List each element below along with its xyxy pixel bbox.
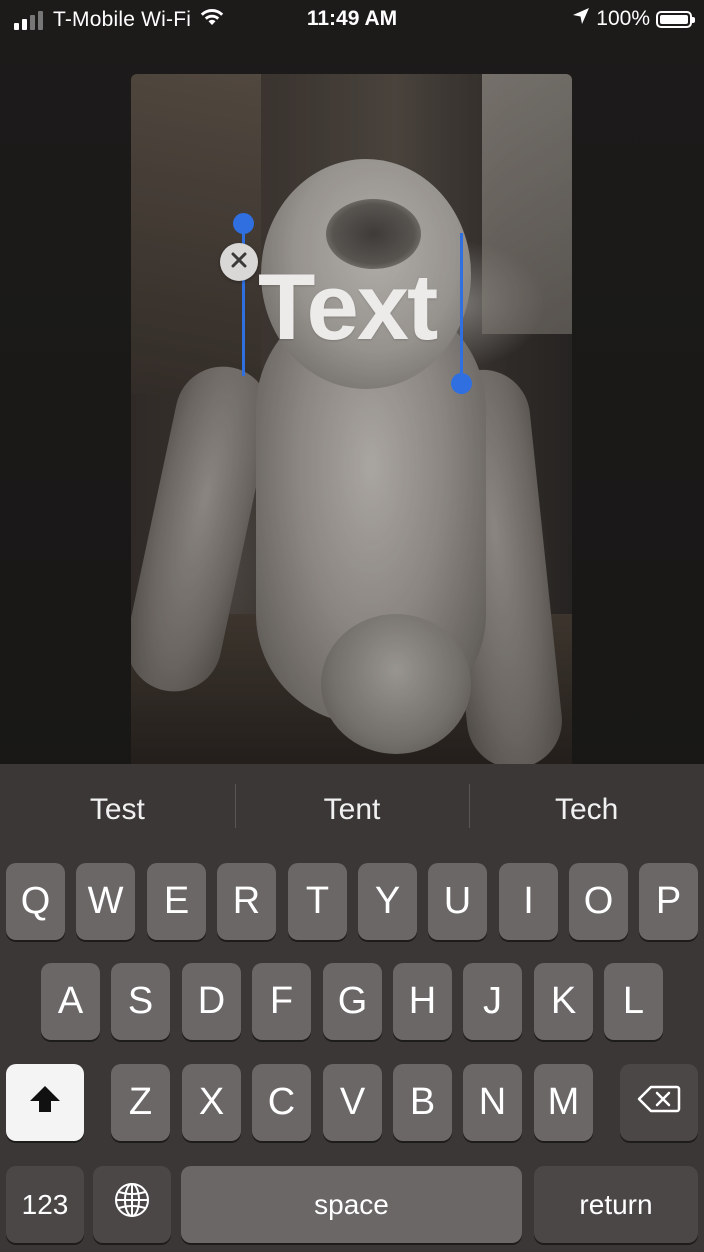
key-n[interactable]: N — [463, 1064, 522, 1141]
key-i[interactable]: I — [499, 863, 558, 940]
selection-end-line[interactable] — [460, 233, 463, 383]
key-a[interactable]: A — [41, 963, 100, 1040]
battery-percentage: 100% — [596, 7, 650, 30]
text-sticker[interactable]: Text — [258, 252, 438, 362]
screen: { "status_bar": { "carrier": "T-Mobile W… — [0, 0, 704, 1252]
key-p[interactable]: P — [639, 863, 698, 940]
suggestion-2[interactable]: Tent — [234, 764, 470, 856]
delete-text-button[interactable] — [220, 243, 258, 281]
key-d[interactable]: D — [182, 963, 241, 1040]
key-w[interactable]: W — [76, 863, 135, 940]
key-k[interactable]: K — [534, 963, 593, 1040]
key-h[interactable]: H — [393, 963, 452, 1040]
predictive-bar: Test Tent Tech — [0, 764, 704, 856]
keyboard: Test Tent Tech Q W E R T Y U I O P A S D… — [0, 764, 704, 1252]
key-g[interactable]: G — [323, 963, 382, 1040]
suggestion-3[interactable]: Tech — [469, 764, 704, 856]
globe-icon — [113, 1181, 151, 1229]
suggestion-1[interactable]: Test — [0, 764, 235, 856]
key-m[interactable]: M — [534, 1064, 593, 1141]
location-arrow-icon — [572, 7, 590, 31]
space-key[interactable]: space — [181, 1166, 522, 1243]
key-v[interactable]: V — [323, 1064, 382, 1141]
key-j[interactable]: J — [463, 963, 522, 1040]
status-bar: T-Mobile Wi-Fi 11:49 AM 100% — [0, 0, 704, 38]
shift-arrow-icon — [28, 1081, 62, 1124]
close-x-icon — [230, 251, 248, 274]
globe-key[interactable] — [93, 1166, 171, 1243]
delete-key[interactable] — [620, 1064, 698, 1141]
key-b[interactable]: B — [393, 1064, 452, 1141]
key-e[interactable]: E — [147, 863, 206, 940]
battery-icon — [656, 10, 695, 28]
key-c[interactable]: C — [252, 1064, 311, 1141]
selection-start-handle[interactable] — [233, 213, 254, 234]
key-l[interactable]: L — [604, 963, 663, 1040]
key-r[interactable]: R — [217, 863, 276, 940]
return-key[interactable]: return — [534, 1166, 698, 1243]
photo-canvas[interactable] — [131, 74, 572, 764]
key-o[interactable]: O — [569, 863, 628, 940]
key-u[interactable]: U — [428, 863, 487, 940]
key-q[interactable]: Q — [6, 863, 65, 940]
shift-key[interactable] — [6, 1064, 84, 1141]
key-f[interactable]: F — [252, 963, 311, 1040]
key-x[interactable]: X — [182, 1064, 241, 1141]
status-right: 100% — [572, 7, 695, 31]
key-z[interactable]: Z — [111, 1064, 170, 1141]
selection-end-handle[interactable] — [451, 373, 472, 394]
key-t[interactable]: T — [288, 863, 347, 940]
key-y[interactable]: Y — [358, 863, 417, 940]
backspace-icon — [637, 1081, 681, 1124]
numbers-key[interactable]: 123 — [6, 1166, 84, 1243]
photo-dim-overlay — [131, 74, 572, 764]
key-s[interactable]: S — [111, 963, 170, 1040]
